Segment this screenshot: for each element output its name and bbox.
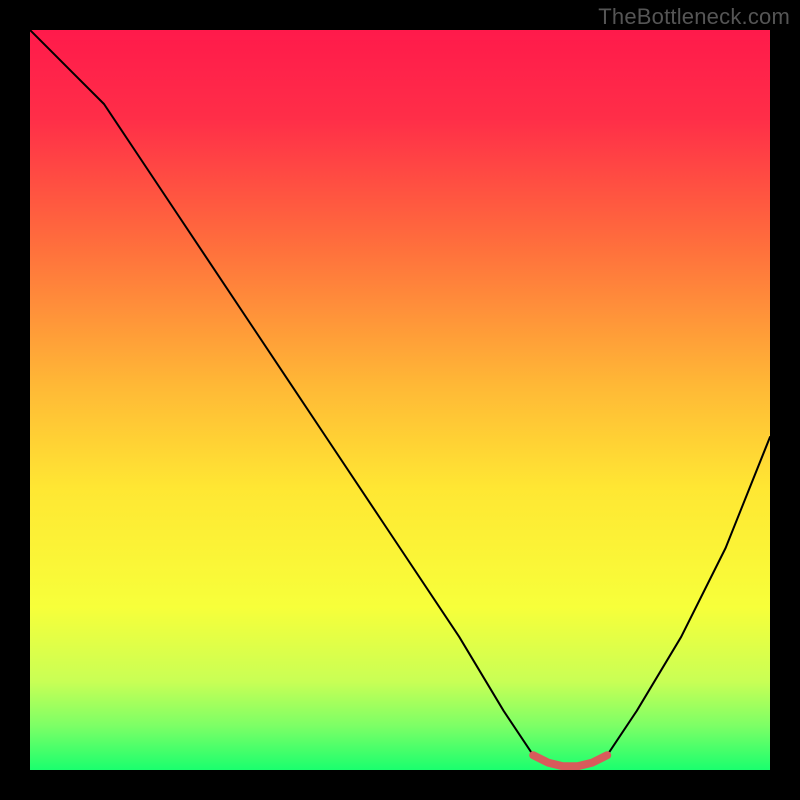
watermark-text: TheBottleneck.com	[598, 4, 790, 30]
gradient-background	[30, 30, 770, 770]
chart-svg	[30, 30, 770, 770]
plot-area	[30, 30, 770, 770]
chart-frame: TheBottleneck.com	[0, 0, 800, 800]
